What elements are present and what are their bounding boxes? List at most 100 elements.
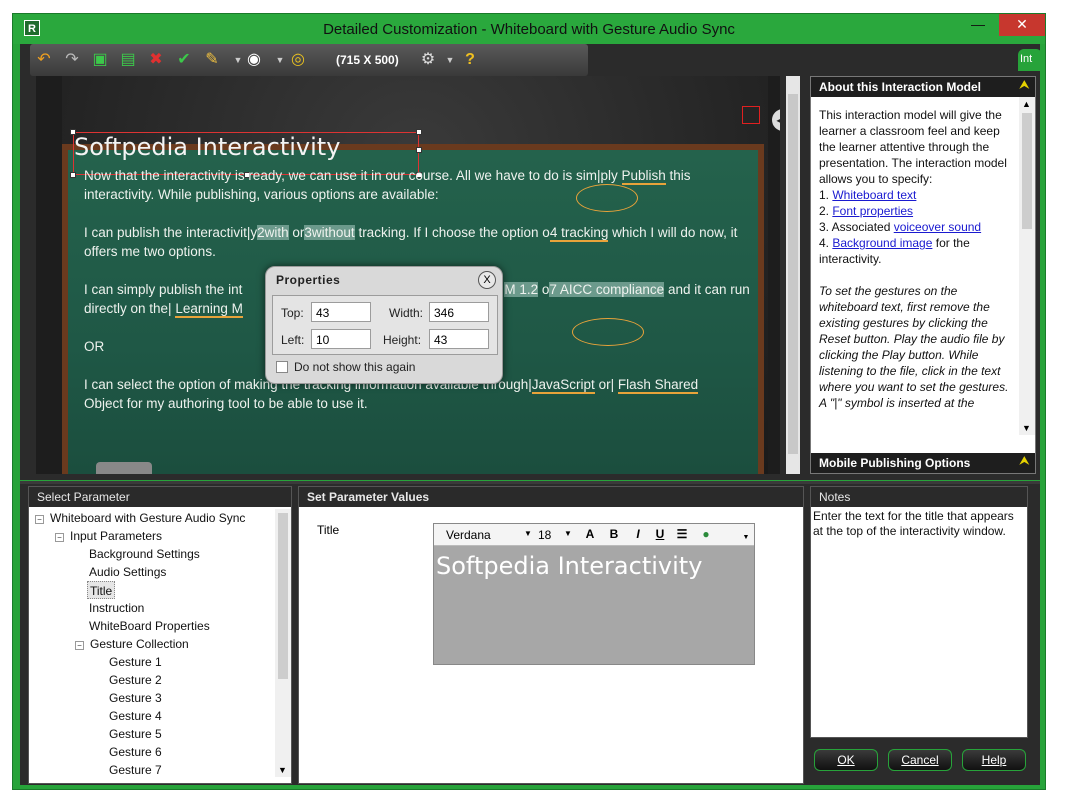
tree-item-gesture[interactable]: Gesture 5 <box>109 725 162 743</box>
top-input[interactable]: 43 <box>311 302 371 322</box>
save-all-icon[interactable]: ▤ <box>118 50 138 70</box>
undo-icon[interactable]: ↶ <box>34 50 54 70</box>
dropdown-arrow-icon[interactable]: ▼ <box>270 50 290 70</box>
check-icon[interactable]: ✔ <box>174 50 194 70</box>
scroll-thumb[interactable] <box>278 513 288 679</box>
height-input[interactable]: 43 <box>429 329 489 349</box>
collapse-icon[interactable]: ⮝ <box>1020 79 1029 92</box>
left-input[interactable]: 10 <box>311 329 371 349</box>
link-whiteboard-text[interactable]: Whiteboard text <box>832 188 916 202</box>
tree-item-gesture[interactable]: Gesture 2 <box>109 671 162 689</box>
red-marker[interactable] <box>742 106 760 124</box>
gesture-marker[interactable]: M 1.2 <box>504 282 539 297</box>
size-dropdown-icon[interactable]: ▼ <box>564 529 572 538</box>
gesture-highlight[interactable]: Learning M <box>175 301 243 318</box>
redo-icon[interactable]: ↷ <box>62 50 82 70</box>
globe-icon[interactable]: ● <box>698 527 714 541</box>
main-toolbar: ↶ ↷ ▣ ▤ ✖ ✔ ✎ ▼ ◉ ▼ ◎ (715 X 500) ⚙ ▼ ? <box>30 44 588 76</box>
italic-button[interactable]: I <box>630 527 646 541</box>
text-run: Now that the interactivity is ready, we … <box>84 168 622 183</box>
gesture-marker[interactable]: 2with <box>257 225 289 240</box>
tree-item-gesture[interactable]: Gesture 3 <box>109 689 162 707</box>
drag-tab[interactable] <box>96 462 152 474</box>
font-size-icon[interactable]: A <box>582 527 598 541</box>
font-dropdown-icon[interactable]: ▼ <box>524 529 532 538</box>
tree-item-gesture[interactable]: Gesture 7 <box>109 761 162 779</box>
about-header[interactable]: About this Interaction Model ⮝ <box>811 77 1035 97</box>
collapse-icon[interactable]: − <box>35 515 44 524</box>
bold-button[interactable]: B <box>606 527 622 541</box>
paint-icon[interactable]: ✎ <box>202 50 222 70</box>
target-icon[interactable]: ◎ <box>288 50 308 70</box>
close-button[interactable]: ✕ <box>999 14 1045 36</box>
eye-icon[interactable]: ◉ <box>244 50 264 70</box>
tree-root[interactable]: − Whiteboard with Gesture Audio Sync <box>35 509 245 527</box>
side-tab[interactable]: Int <box>1018 49 1042 71</box>
link-font-properties[interactable]: Font properties <box>832 204 913 218</box>
gesture-highlight[interactable]: 4 tracking <box>549 225 609 242</box>
tree-gesture-collection[interactable]: − Gesture Collection <box>75 635 189 653</box>
list-num: 4. <box>819 236 833 250</box>
resize-handle[interactable] <box>416 129 422 135</box>
tree-item-gesture[interactable]: Gesture 6 <box>109 743 162 761</box>
link-voiceover-sound[interactable]: voiceover sound <box>894 220 981 234</box>
about-scrollbar[interactable]: ▲ ▼ <box>1019 97 1035 435</box>
stage-scrollbar[interactable] <box>786 76 800 474</box>
set-values-pane: Set Parameter Values Title Verdana ▼ 18 … <box>298 486 804 784</box>
cancel-button[interactable]: Cancel <box>888 749 952 771</box>
text-run: or <box>288 225 305 240</box>
size-select[interactable]: 18 <box>538 528 551 542</box>
save-icon[interactable]: ▣ <box>90 50 110 70</box>
tree-item-gesture[interactable]: Gesture 1 <box>109 653 162 671</box>
gear-icon[interactable]: ⚙ <box>418 50 438 70</box>
collapse-icon[interactable]: − <box>75 641 84 650</box>
gesture-highlight[interactable]: Flash Shared <box>617 377 699 394</box>
tree-item-title[interactable]: Title <box>87 581 116 599</box>
width-input[interactable]: 346 <box>429 302 489 322</box>
link-background-image[interactable]: Background image <box>832 236 932 250</box>
resize-handle[interactable] <box>416 147 422 153</box>
tree-item-audio[interactable]: Audio Settings <box>89 563 166 581</box>
properties-close-button[interactable]: X <box>478 271 496 289</box>
gesture-highlight[interactable]: JavaScript <box>531 377 595 394</box>
tree-item-whiteboard-props[interactable]: WhiteBoard Properties <box>89 617 210 635</box>
scroll-up-icon[interactable]: ▲ <box>1022 99 1031 109</box>
tree-scrollbar[interactable]: ▼ <box>275 509 291 777</box>
collapse-icon[interactable]: − <box>55 533 64 542</box>
resize-handle[interactable] <box>70 172 76 178</box>
editor-toolbar: Verdana ▼ 18 ▼ A B I U ☰ ● ▼ <box>434 524 754 546</box>
resize-handle[interactable] <box>70 129 76 135</box>
dropdown-arrow-icon[interactable]: ▼ <box>440 50 460 70</box>
help-button[interactable]: Help <box>962 749 1026 771</box>
scroll-down-icon[interactable]: ▼ <box>1022 423 1031 433</box>
scroll-thumb[interactable] <box>788 94 798 454</box>
no-show-checkbox[interactable]: Do not show this again <box>276 360 415 374</box>
tree-input-params[interactable]: − Input Parameters <box>55 527 162 545</box>
notes-header: Notes <box>811 487 1027 507</box>
scroll-thumb[interactable] <box>1022 113 1032 229</box>
more-icon[interactable]: ▼ <box>738 534 754 541</box>
font-select[interactable]: Verdana <box>446 528 491 542</box>
list-icon[interactable]: ☰ <box>674 527 690 541</box>
delete-icon[interactable]: ✖ <box>146 50 166 70</box>
editor-content[interactable]: Softpedia Interactivity <box>434 546 754 586</box>
gesture-highlight[interactable]: Publish <box>621 168 666 185</box>
tree-item-instruction[interactable]: Instruction <box>89 599 144 617</box>
mobile-publishing-header[interactable]: Mobile Publishing Options ⮝ <box>811 453 1035 473</box>
tree-item-background[interactable]: Background Settings <box>89 545 200 563</box>
splitter[interactable] <box>20 480 1040 484</box>
gesture-marker[interactable]: 3without <box>304 225 355 240</box>
help-icon[interactable]: ? <box>460 50 480 70</box>
checkbox-box[interactable] <box>276 361 288 373</box>
tree-item-gesture[interactable]: Gesture 4 <box>109 707 162 725</box>
ok-button[interactable]: OK <box>814 749 878 771</box>
text-run: tracking. If I choose the option o <box>354 225 550 240</box>
speaker-icon[interactable]: ◀) <box>772 109 780 131</box>
scroll-down-icon[interactable]: ▼ <box>278 765 287 775</box>
underline-button[interactable]: U <box>652 527 668 541</box>
minimize-button[interactable]: — <box>963 14 993 36</box>
expand-icon[interactable]: ⮝ <box>1020 455 1029 468</box>
about-panel: About this Interaction Model ⮝ This inter… <box>810 76 1036 474</box>
gesture-marker[interactable]: 7 AICC compliance <box>549 282 665 297</box>
list-num: 2. <box>819 204 833 218</box>
